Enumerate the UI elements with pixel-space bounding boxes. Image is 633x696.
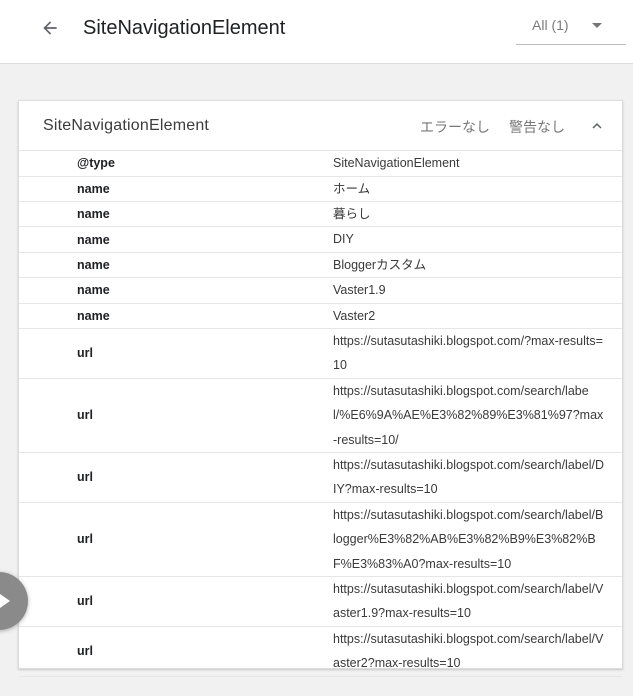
property-key: @type	[19, 151, 333, 177]
table-row: url https://sutasutashiki.blogspot.com/s…	[19, 502, 622, 578]
table-row: url https://sutasutashiki.blogspot.com/?…	[19, 328, 622, 379]
properties-table: @type SiteNavigationElement name ホーム nam…	[19, 151, 622, 677]
top-app-bar: SiteNavigationElement All (1)	[0, 0, 633, 64]
play-icon	[0, 594, 10, 608]
table-row: @type SiteNavigationElement	[19, 151, 622, 177]
property-value: https://sutasutashiki.blogspot.com/searc…	[333, 378, 622, 453]
table-row: name 暮らし	[19, 201, 622, 228]
table-row: name DIY	[19, 226, 622, 253]
property-value: https://sutasutashiki.blogspot.com/searc…	[333, 452, 622, 503]
property-key: url	[19, 502, 333, 578]
property-value: https://sutasutashiki.blogspot.com/searc…	[333, 502, 622, 578]
property-key: url	[19, 626, 333, 677]
card-title: SiteNavigationElement	[43, 117, 210, 134]
table-row: url https://sutasutashiki.blogspot.com/s…	[19, 576, 622, 627]
property-value: DIY	[333, 226, 622, 253]
property-value: SiteNavigationElement	[333, 151, 622, 177]
structured-data-card: SiteNavigationElement エラーなし 警告なし @type S…	[18, 100, 623, 677]
property-value: Bloggerカスタム	[333, 252, 622, 279]
property-value: Vaster1.9	[333, 277, 622, 304]
property-key: name	[19, 252, 333, 279]
property-key: url	[19, 328, 333, 379]
property-value: 暮らし	[333, 201, 622, 228]
table-row: name Bloggerカスタム	[19, 252, 622, 279]
error-status: エラーなし	[420, 119, 490, 135]
warning-status: 警告なし	[509, 119, 565, 135]
collapse-button[interactable]	[585, 115, 609, 137]
property-key: url	[19, 452, 333, 503]
property-value: https://sutasutashiki.blogspot.com/searc…	[333, 626, 622, 677]
table-row: url https://sutasutashiki.blogspot.com/s…	[19, 378, 622, 453]
filter-selected-value: All (1)	[532, 17, 569, 33]
property-key: name	[19, 201, 333, 228]
property-key: name	[19, 176, 333, 202]
caret-down-icon	[592, 23, 602, 28]
filter-dropdown[interactable]: All (1)	[516, 12, 626, 45]
table-row: name ホーム	[19, 176, 622, 202]
property-value: ホーム	[333, 176, 622, 202]
page-title: SiteNavigationElement	[83, 17, 286, 39]
table-row: name Vaster2	[19, 303, 622, 329]
property-value: Vaster2	[333, 303, 622, 329]
table-row: name Vaster1.9	[19, 277, 622, 304]
arrow-back-icon	[43, 21, 57, 35]
back-button[interactable]	[34, 14, 66, 42]
chevron-up-icon	[592, 123, 602, 129]
card-header[interactable]: SiteNavigationElement エラーなし 警告なし	[19, 101, 622, 151]
property-key: name	[19, 277, 333, 304]
property-key: name	[19, 303, 333, 329]
property-value: https://sutasutashiki.blogspot.com/?max-…	[333, 328, 622, 379]
table-row: url https://sutasutashiki.blogspot.com/s…	[19, 452, 622, 503]
property-key: url	[19, 576, 333, 627]
table-row: url https://sutasutashiki.blogspot.com/s…	[19, 626, 622, 677]
property-key: url	[19, 378, 333, 453]
property-value: https://sutasutashiki.blogspot.com/searc…	[333, 576, 622, 627]
property-key: name	[19, 226, 333, 253]
